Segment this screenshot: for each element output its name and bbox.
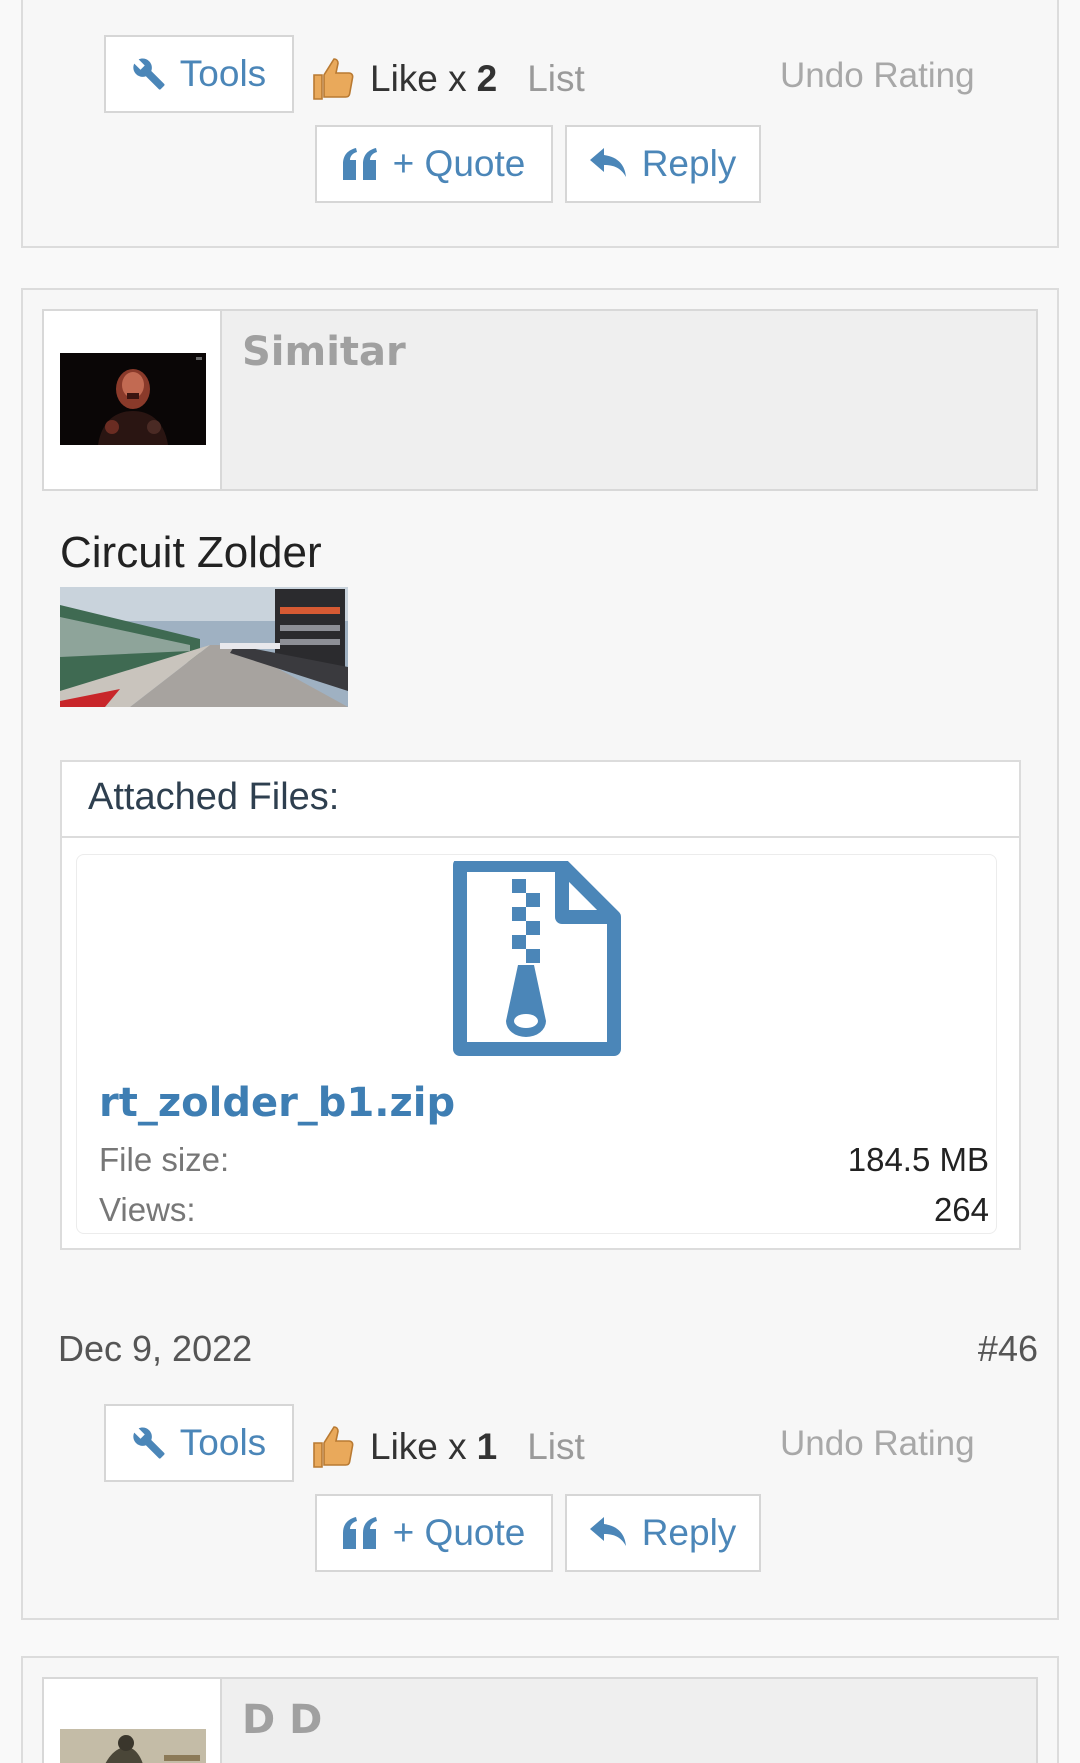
- undo-rating-link[interactable]: Undo Rating: [780, 56, 975, 96]
- attachments-title: Attached Files:: [88, 776, 340, 818]
- like-count: 1: [476, 1426, 498, 1467]
- reply-icon: [589, 148, 626, 177]
- file-size-row: File size: 184.5 MB: [99, 1141, 989, 1179]
- avatar-frame: [44, 311, 222, 489]
- avatar-frame: [44, 1679, 222, 1763]
- user-header: D D: [42, 1677, 1038, 1763]
- avatar[interactable]: [60, 353, 206, 445]
- quote-button[interactable]: + Quote: [315, 1494, 553, 1572]
- wrench-icon: [133, 1427, 165, 1459]
- undo-rating-link[interactable]: Undo Rating: [780, 1424, 975, 1464]
- zip-file-icon[interactable]: [452, 861, 622, 1057]
- attachment-filename[interactable]: rt_zolder_b1.zip: [99, 1080, 455, 1126]
- username[interactable]: D D: [242, 1697, 322, 1743]
- views-row: Views: 264: [99, 1191, 989, 1229]
- quote-icon: [342, 148, 377, 180]
- tools-button[interactable]: Tools: [104, 35, 294, 113]
- track-image[interactable]: [60, 587, 348, 707]
- likes-list-link[interactable]: List: [527, 1426, 585, 1468]
- quote-button[interactable]: + Quote: [315, 125, 553, 203]
- thumbs-up-icon[interactable]: [310, 55, 358, 103]
- post-permalink[interactable]: #46: [978, 1328, 1038, 1370]
- views-label: Views:: [99, 1191, 196, 1228]
- user-header: Simitar: [42, 309, 1038, 491]
- reply-button[interactable]: Reply: [565, 1494, 761, 1572]
- thumbs-up-icon[interactable]: [310, 1423, 358, 1471]
- tools-label: Tools: [179, 1422, 267, 1463]
- quote-icon: [342, 1517, 377, 1549]
- quote-label: + Quote: [392, 143, 526, 184]
- tools-button[interactable]: Tools: [104, 1404, 294, 1482]
- like-label: Like x: [370, 1426, 467, 1467]
- like-summary: Like x 1 List: [310, 1423, 585, 1471]
- avatar[interactable]: [60, 1729, 206, 1763]
- wrench-icon: [133, 58, 165, 90]
- views-value: 264: [933, 1191, 989, 1228]
- attachment-card[interactable]: rt_zolder_b1.zip File size: 184.5 MB Vie…: [76, 854, 997, 1234]
- reply-button[interactable]: Reply: [565, 125, 761, 203]
- like-label: Like x: [370, 58, 467, 99]
- like-count: 2: [476, 58, 498, 99]
- quote-label: + Quote: [392, 1512, 526, 1553]
- username[interactable]: Simitar: [242, 329, 406, 375]
- post-date[interactable]: Dec 9, 2022: [58, 1328, 252, 1370]
- file-size-label: File size:: [99, 1141, 230, 1178]
- reply-label: Reply: [641, 143, 737, 184]
- post-title: Circuit Zolder: [60, 528, 322, 577]
- like-summary: Like x 2 List: [310, 55, 585, 103]
- file-size-value: 184.5 MB: [847, 1141, 989, 1178]
- attachments-panel: Attached Files: rt_zolder_b1.zip File si…: [60, 760, 1021, 1250]
- reply-label: Reply: [641, 1512, 737, 1553]
- likes-list-link[interactable]: List: [527, 58, 585, 100]
- attachments-divider: [62, 836, 1019, 838]
- tools-label: Tools: [179, 53, 267, 94]
- reply-icon: [589, 1517, 626, 1546]
